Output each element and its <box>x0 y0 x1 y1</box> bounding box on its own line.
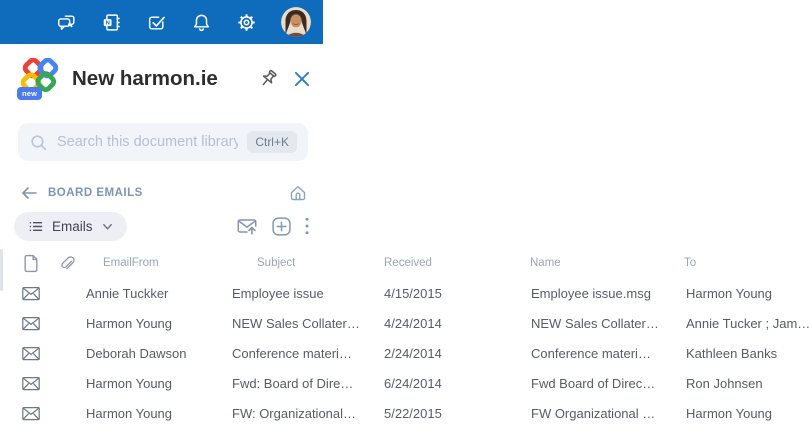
cell-subject: NEW Sales Collater… <box>232 315 360 331</box>
table-header-row: EmailFrom Subject Received Name To <box>0 248 809 278</box>
cell-received: 4/24/2014 <box>384 315 442 331</box>
cell-name: Conference materi… <box>531 345 651 361</box>
cell-name: NEW Sales Collater… <box>531 315 659 331</box>
email-envelope-icon <box>16 345 46 362</box>
column-header-received[interactable]: Received <box>384 257 528 269</box>
cell-to: Harmon Young <box>686 285 773 301</box>
email-table: EmailFrom Subject Received Name To Annie… <box>0 248 809 428</box>
table-body: Annie Tuckker Employee issue 4/15/2015 E… <box>0 278 809 428</box>
list-toolbar: Emails <box>14 211 310 241</box>
outlook-top-bar: N <box>0 0 323 44</box>
harmonie-logo: new <box>17 57 62 100</box>
search-icon <box>31 134 47 150</box>
breadcrumb: BOARD EMAILS <box>20 182 308 204</box>
file-type-column-icon[interactable] <box>16 254 46 273</box>
cell-subject: Conference materi… <box>232 345 352 361</box>
notifications-bell-icon[interactable] <box>191 12 212 33</box>
cell-emailfrom: Deborah Dawson <box>86 345 187 361</box>
settings-gear-icon[interactable] <box>236 12 257 33</box>
home-icon[interactable] <box>288 183 308 203</box>
search-placeholder: Search this document library <box>57 134 239 150</box>
cell-emailfrom: Harmon Young <box>86 315 173 331</box>
cell-subject: Employee issue <box>232 285 324 301</box>
list-view-icon <box>29 221 43 231</box>
table-row[interactable]: Annie Tuckker Employee issue 4/15/2015 E… <box>0 278 809 308</box>
svg-text:N: N <box>106 20 110 26</box>
cell-emailfrom: Harmon Young <box>86 405 173 421</box>
cell-name: Fwd Board of Direc… <box>531 375 656 391</box>
column-header-emailfrom[interactable]: EmailFrom <box>86 257 232 269</box>
email-envelope-icon <box>16 375 46 392</box>
table-row[interactable]: Harmon Young Fwd: Board of Dire… 6/24/20… <box>0 368 809 398</box>
folder-name[interactable]: BOARD EMAILS <box>48 187 278 199</box>
cell-emailfrom: Annie Tuckker <box>86 285 169 301</box>
back-arrow-icon[interactable] <box>20 185 38 201</box>
cell-to: Ron Johnsen <box>686 375 763 391</box>
attachment-column-icon[interactable] <box>46 254 86 272</box>
column-header-to[interactable]: To <box>684 257 809 269</box>
harmonie-addin-window: { "topbar": { "bg_color": "#0F6CBD", "ic… <box>0 0 809 440</box>
share-email-icon[interactable] <box>235 215 259 237</box>
cell-to: Harmon Young <box>686 405 773 421</box>
tasks-icon[interactable] <box>146 12 167 33</box>
table-row[interactable]: Deborah Dawson Conference materi… 2/24/2… <box>0 338 809 368</box>
panel-header: new New harmon.ie <box>17 57 312 101</box>
cell-received: 4/15/2015 <box>384 285 442 301</box>
cell-received: 2/24/2014 <box>384 345 442 361</box>
table-row[interactable]: Harmon Young FW: Organizational… 5/22/20… <box>0 398 809 428</box>
onenote-icon[interactable]: N <box>101 12 122 33</box>
cell-emailfrom: Harmon Young <box>86 375 173 391</box>
cell-subject: FW: Organizational… <box>232 405 357 421</box>
more-options-kebab-icon[interactable] <box>304 216 310 236</box>
view-selector-dropdown[interactable]: Emails <box>14 211 127 241</box>
cell-subject: Fwd: Board of Dire… <box>232 375 354 391</box>
cell-to: Annie Tucker ; Jam… <box>686 315 809 331</box>
page-title: New harmon.ie <box>72 67 218 90</box>
user-avatar[interactable] <box>281 7 311 37</box>
cell-received: 6/24/2014 <box>384 375 442 391</box>
add-plus-icon[interactable] <box>271 216 292 237</box>
search-input[interactable]: Search this document library Ctrl+K <box>18 123 308 161</box>
column-header-name[interactable]: Name <box>528 257 684 269</box>
email-envelope-icon <box>16 405 46 422</box>
view-selector-label: Emails <box>52 218 93 234</box>
table-row[interactable]: Harmon Young NEW Sales Collater… 4/24/20… <box>0 308 809 338</box>
cell-name: Employee issue.msg <box>531 285 651 301</box>
cell-name: FW Organizational … <box>531 405 656 421</box>
column-header-subject[interactable]: Subject <box>232 257 384 269</box>
search-shortcut-badge: Ctrl+K <box>247 131 297 153</box>
cell-received: 5/22/2015 <box>384 405 442 421</box>
new-badge: new <box>17 87 43 100</box>
email-envelope-icon <box>16 315 46 332</box>
pin-icon[interactable] <box>256 67 280 91</box>
chevron-down-icon <box>102 223 112 230</box>
email-envelope-icon <box>16 285 46 302</box>
close-icon[interactable] <box>292 69 312 89</box>
chat-icon[interactable] <box>56 12 77 33</box>
cell-to: Kathleen Banks <box>686 345 778 361</box>
